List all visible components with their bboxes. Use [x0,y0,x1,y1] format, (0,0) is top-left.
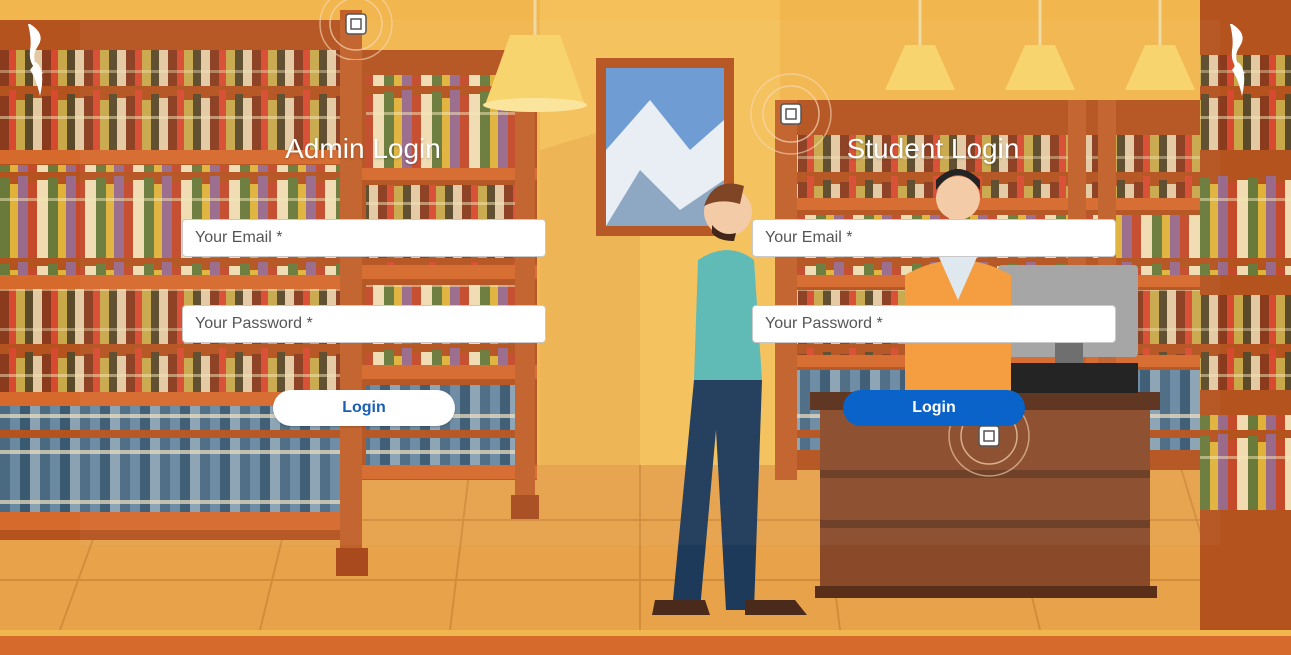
brand-logo-icon [28,24,44,96]
student-login-button[interactable]: Login [843,390,1025,426]
brand-logo-icon-right [1230,24,1246,96]
student-email-input[interactable] [752,219,1116,257]
student-login-title: Student Login [846,133,1020,164]
admin-email-input[interactable] [182,219,546,257]
admin-password-input[interactable] [182,305,546,343]
rfid-scan-icon-2 [750,73,832,155]
admin-login-title: Admin Login [285,133,441,164]
admin-login-button[interactable]: Login [273,390,455,426]
rfid-scan-icon [319,0,393,60]
student-password-input[interactable] [752,305,1116,343]
